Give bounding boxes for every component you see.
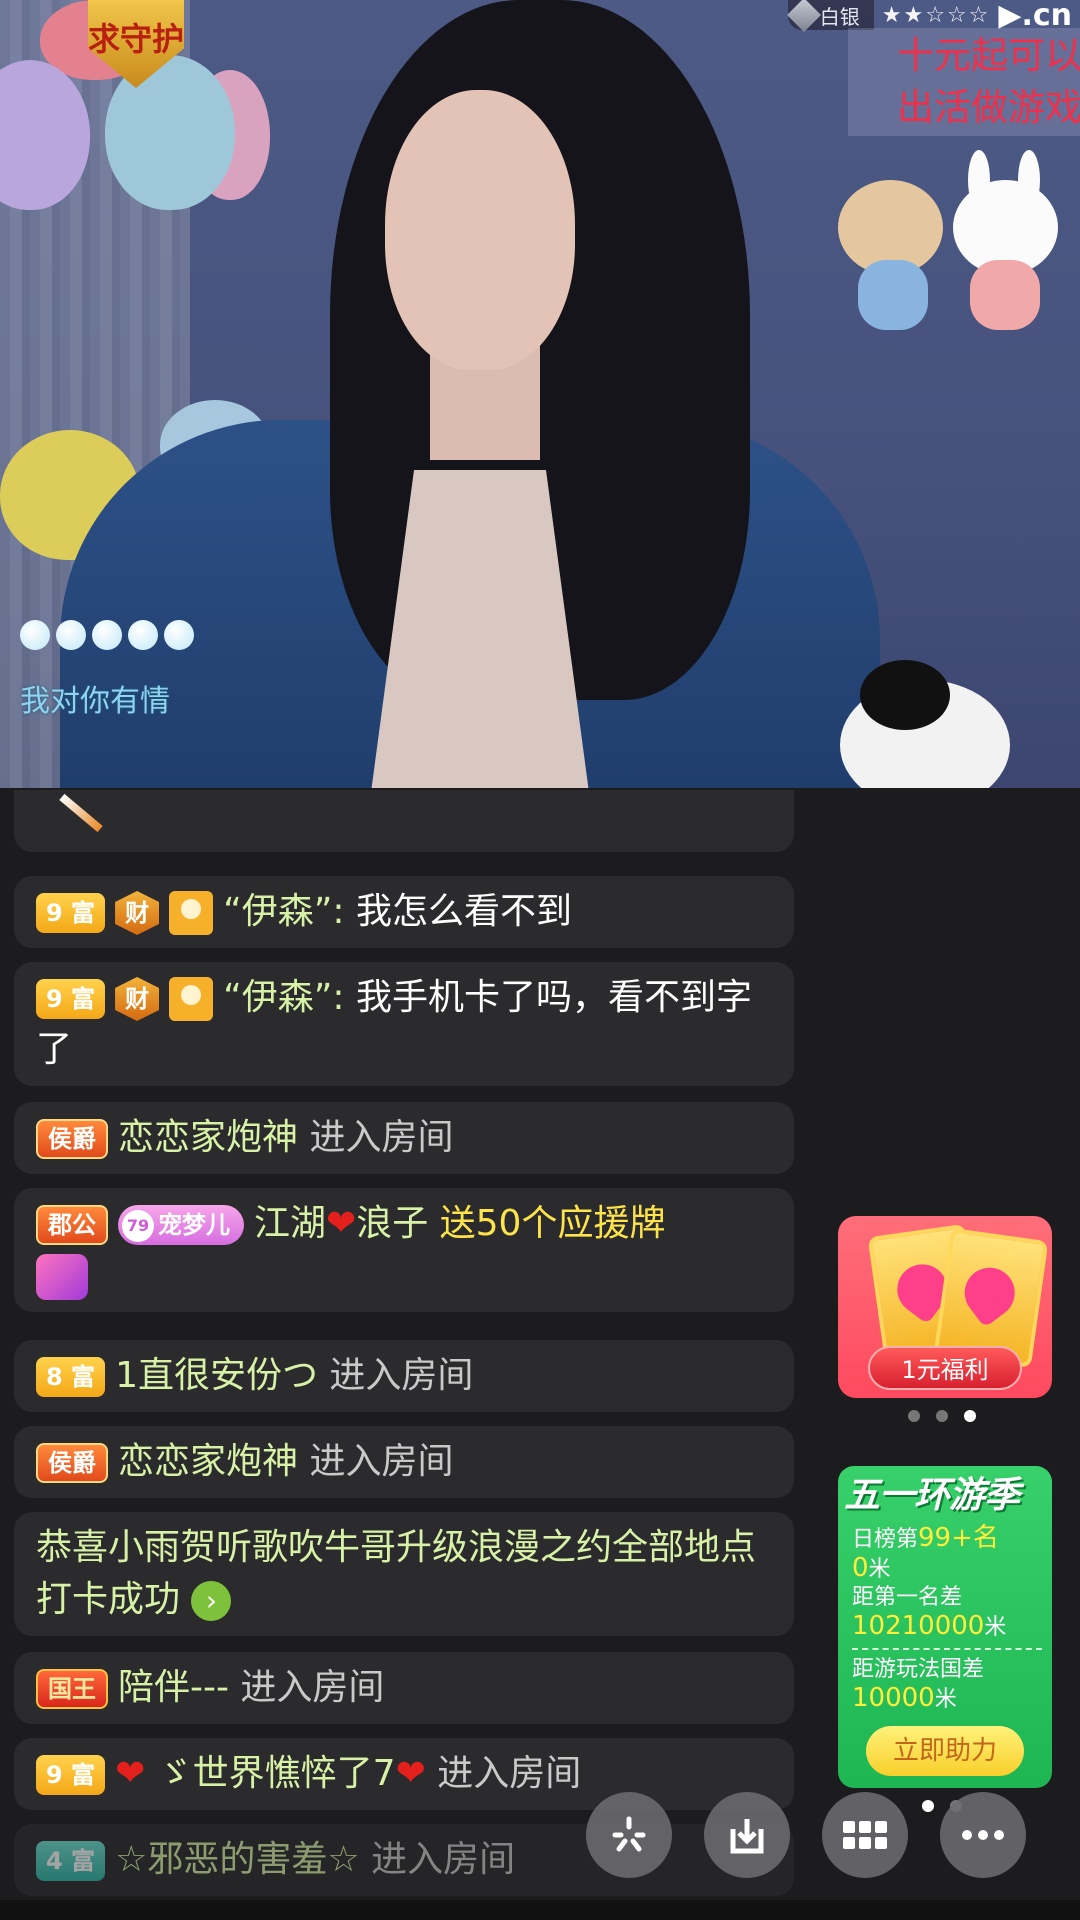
sparkle-icon (612, 1816, 646, 1852)
plush-toy-head (860, 660, 950, 730)
notice-line: 出活做游戏 (897, 86, 1080, 129)
chat-username[interactable]: ☆邪恶的害羞☆ (115, 1839, 360, 1880)
noble-badge: 郡公 (36, 1205, 108, 1245)
streamer-face (385, 90, 575, 370)
season-event-promo[interactable]: 五一环游季 日榜第99+名 0米 距第一名差 10210000米 距游玩法国差 … (838, 1466, 1052, 1788)
system-announcement: 恭喜小雨贺听歌吹牛哥升级浪漫之约全部地点打卡成功 (36, 1527, 757, 1620)
chat-username[interactable]: ゞ世界憔悴了7 (157, 1753, 396, 1794)
noble-badge: 侯爵 (36, 1119, 108, 1159)
bear-bunny-sticker (838, 150, 1068, 330)
chat-message: 国王 陪伴--- 进入房间 (14, 1652, 794, 1724)
chat-username[interactable]: 恋恋家炮神 (118, 1117, 298, 1158)
live-video[interactable]: 求守护 白银 ★★☆☆☆ ▶.cn 十元起可以 出活做游戏 我对你有情 (0, 0, 1080, 788)
more-button[interactable] (940, 1792, 1026, 1878)
guard-shield-text: 求守护 (88, 20, 185, 58)
pet-badge: 79 宠梦儿 (118, 1205, 244, 1245)
bottom-bar-edge (0, 1900, 1080, 1920)
chat-username[interactable]: “伊森”: (223, 891, 356, 932)
chat-action: 进入房间 (359, 1839, 516, 1880)
apps-button[interactable] (822, 1792, 908, 1878)
season-title: 五一环游季 (844, 1475, 1020, 1516)
meter-unit: 米 (868, 1557, 891, 1582)
gap-first-value: 10210000 (852, 1611, 985, 1641)
notice-line: 十元起可以 (897, 34, 1080, 77)
chat-message: 郡公 79 宠梦儿 江湖❤浪子 送50个应援牌 (14, 1188, 794, 1312)
sparkle-button[interactable] (586, 1792, 672, 1878)
cai-badge: 财 (115, 891, 160, 935)
chat-message: 4 富 ☆邪恶的害羞☆ 进入房间 (14, 1824, 794, 1896)
heart-icon: ❤ (326, 1203, 357, 1244)
help-button[interactable]: 立即助力 (866, 1726, 1024, 1776)
chevron-right-icon[interactable]: › (191, 1581, 232, 1621)
chat-message (14, 790, 794, 852)
chat-username[interactable]: “伊森”: (223, 977, 356, 1018)
chat-message: 恭喜小雨贺听歌吹牛哥升级浪漫之约全部地点打卡成功 › (14, 1512, 794, 1636)
gift-icon (36, 1254, 88, 1300)
rank-label: 白银 (819, 4, 860, 29)
chat-message: 9 富 ❤ ゞ世界憔悴了7❤ 进入房间 (14, 1738, 794, 1810)
chat-username[interactable]: 浪子 (356, 1203, 428, 1244)
wealth-badge: 4 富 (36, 1841, 106, 1881)
chat-username[interactable]: 陪伴--- (118, 1667, 229, 1708)
pet-level: 79 (122, 1210, 154, 1242)
chat-text: 我怎么看不到 (355, 891, 572, 932)
bubble-dots (20, 620, 194, 650)
chat-action: 进入房间 (425, 1753, 582, 1794)
avatar-icon (169, 977, 214, 1021)
chat-username[interactable]: 恋恋家炮神 (118, 1441, 298, 1482)
chat-message: 侯爵 恋恋家炮神 进入房间 (14, 1426, 794, 1498)
chat-username[interactable]: 1直很安份つ (115, 1355, 318, 1396)
promo-pager (908, 1410, 976, 1422)
rank-tag[interactable]: 白银 (786, 0, 874, 32)
magic-wand-icon (59, 793, 103, 833)
avatar-icon (169, 891, 214, 935)
meter-unit: 米 (934, 1687, 957, 1712)
gap-king-label: 距游玩法国差 (852, 1657, 985, 1682)
rank-prefix: 日榜第 (852, 1527, 919, 1552)
chat-message: 9 富财 “伊森”: 我怎么看不到 (14, 876, 794, 948)
season-stats: 日榜第99+名 0米 距第一名差 10210000米 距游玩法国差 10000米 (852, 1524, 1042, 1714)
stream-info-bar: 白银 ★★☆☆☆ ▶.cn (786, 0, 1072, 33)
distance-value: 0 (852, 1553, 869, 1583)
gap-first-label: 距第一名差 (852, 1585, 963, 1610)
gap-king-value: 10000 (852, 1683, 935, 1713)
pet-name: 宠梦儿 (158, 1211, 230, 1239)
wealth-badge: 9 富 (36, 979, 106, 1019)
rank-value: 99+名 (918, 1523, 999, 1553)
chat-message: 侯爵 恋恋家炮神 进入房间 (14, 1102, 794, 1174)
chat-list[interactable]: 9 富财 “伊森”: 我怎么看不到 9 富财 “伊森”: 我手机卡了吗，看不到字了 … (0, 790, 800, 1920)
meter-unit: 米 (984, 1615, 1007, 1640)
wealth-badge: 8 富 (36, 1357, 106, 1397)
welfare-promo[interactable]: 1元福利 (838, 1216, 1052, 1398)
chat-message: 8 富 1直很安份つ 进入房间 (14, 1340, 794, 1412)
chat-action: 进入房间 (298, 1441, 454, 1482)
wealth-badge: 9 富 (36, 893, 106, 933)
rank-stars: ★★☆☆☆ (881, 2, 991, 28)
stream-notice: 十元起可以 出活做游戏 (848, 28, 1080, 136)
chat-message: 9 富财 “伊森”: 我手机卡了吗，看不到字了 (14, 962, 794, 1086)
chat-username[interactable]: 江湖 (254, 1203, 326, 1244)
wealth-badge: 9 富 (36, 1755, 106, 1795)
king-badge: 国王 (36, 1669, 108, 1709)
welfare-button[interactable]: 1元福利 (868, 1346, 1022, 1390)
heart-icon: ❤ (395, 1753, 426, 1794)
overlay-caption: 我对你有情 (20, 684, 170, 719)
chat-action: 进入房间 (298, 1117, 454, 1158)
chat-action: 进入房间 (228, 1667, 385, 1708)
noble-badge: 侯爵 (36, 1443, 108, 1483)
cai-badge: 财 (115, 977, 160, 1021)
chat-action: 进入房间 (317, 1355, 474, 1396)
download-icon (730, 1819, 764, 1854)
grid-icon (843, 1821, 887, 1849)
gift-text: 送50个应援牌 (428, 1203, 666, 1244)
download-button[interactable] (704, 1792, 790, 1878)
more-icon (962, 1830, 1004, 1840)
heart-icon: ❤ (115, 1753, 157, 1794)
silver-gem-icon (786, 0, 821, 32)
